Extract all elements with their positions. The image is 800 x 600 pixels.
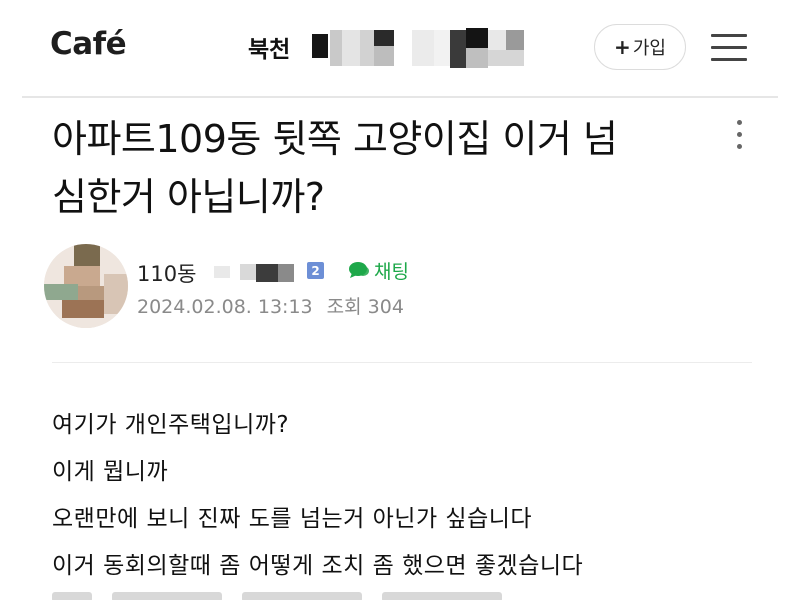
- content-divider: [52, 362, 752, 363]
- view-count: 조회 304: [326, 296, 404, 318]
- post-body-line: 여기가 개인주택입니까?: [52, 412, 290, 438]
- post-title: 아파트109동 뒷쪽 고양이집 이거 넘 심한거 아닙니까?: [52, 110, 702, 226]
- post-body: 여기가 개인주택입니까? 이게 뭡니까 오랜만에 보니 진짜 도를 넘는거 아닌…: [52, 402, 772, 590]
- level-badge: 2: [307, 262, 324, 279]
- cafe-logo[interactable]: Café: [50, 26, 127, 62]
- chat-label: 채팅: [374, 260, 409, 283]
- post-meta: 2024.02.08. 13:13 조회 304: [137, 292, 404, 319]
- post-body-line: 이게 뭡니까: [52, 459, 169, 485]
- post-body-line-cut: [52, 588, 512, 600]
- hamburger-menu-icon[interactable]: [708, 28, 750, 66]
- join-button[interactable]: + 가입: [594, 24, 686, 70]
- post-title-line-1: 아파트109동 뒷쪽 고양이집 이거 넘: [52, 117, 618, 161]
- post-body-line: 오랜만에 보니 진짜 도를 넘는거 아닌가 싶습니다: [52, 506, 533, 532]
- plus-icon: +: [614, 35, 631, 59]
- chat-button[interactable]: 채팅: [348, 257, 409, 283]
- post-datetime: 2024.02.08. 13:13: [137, 296, 313, 318]
- avatar[interactable]: [44, 244, 128, 328]
- post-body-line: 이거 동회의할때 좀 어떻게 조치 좀 했으면 좋겠습니다: [52, 553, 584, 579]
- author-name-text: 110동: [137, 262, 197, 286]
- author-name[interactable]: 110동: [137, 258, 196, 288]
- cafe-name[interactable]: 북천: [248, 30, 290, 64]
- top-header: Café 북천 + 가입: [0, 0, 800, 96]
- more-vertical-icon[interactable]: [730, 118, 750, 152]
- chat-bubble-icon: [348, 261, 370, 279]
- join-label: 가입: [632, 38, 666, 59]
- header-divider: [22, 96, 778, 98]
- post-title-line-2: 심한거 아닙니까?: [52, 175, 325, 219]
